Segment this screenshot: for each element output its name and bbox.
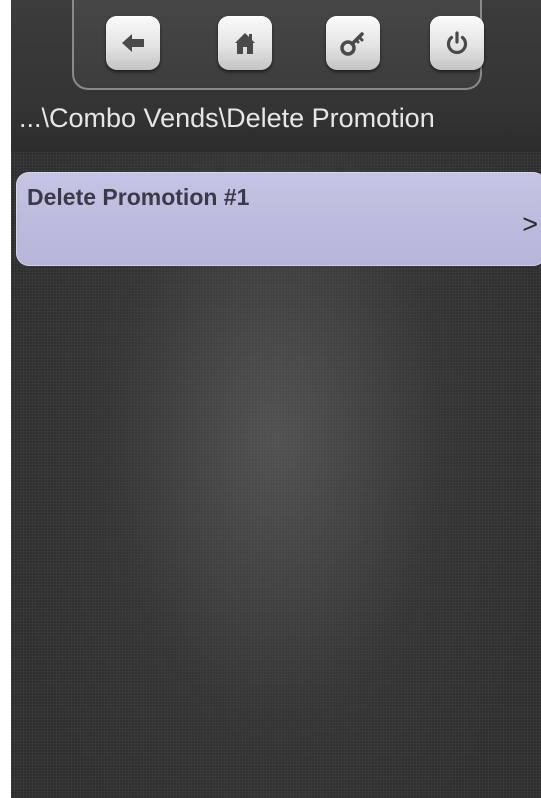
key-icon (340, 32, 364, 56)
breadcrumb: ...\Combo Vends\Delete Promotion (19, 103, 435, 133)
back-button[interactable] (106, 16, 160, 70)
power-button[interactable] (430, 16, 484, 70)
toolbar (72, 0, 484, 90)
service-key-button[interactable] (326, 16, 380, 70)
menu-item-delete-promotion-1[interactable]: Delete Promotion #1 > (16, 172, 541, 266)
menu-item-label: Delete Promotion #1 (27, 184, 250, 210)
screen: ...\Combo Vends\Delete Promotion Delete … (11, 0, 541, 798)
chevron-right-icon: > (522, 209, 538, 239)
power-icon (446, 31, 468, 55)
arrow-left-icon (122, 34, 144, 52)
house-icon (235, 33, 255, 54)
home-button[interactable] (218, 16, 272, 70)
